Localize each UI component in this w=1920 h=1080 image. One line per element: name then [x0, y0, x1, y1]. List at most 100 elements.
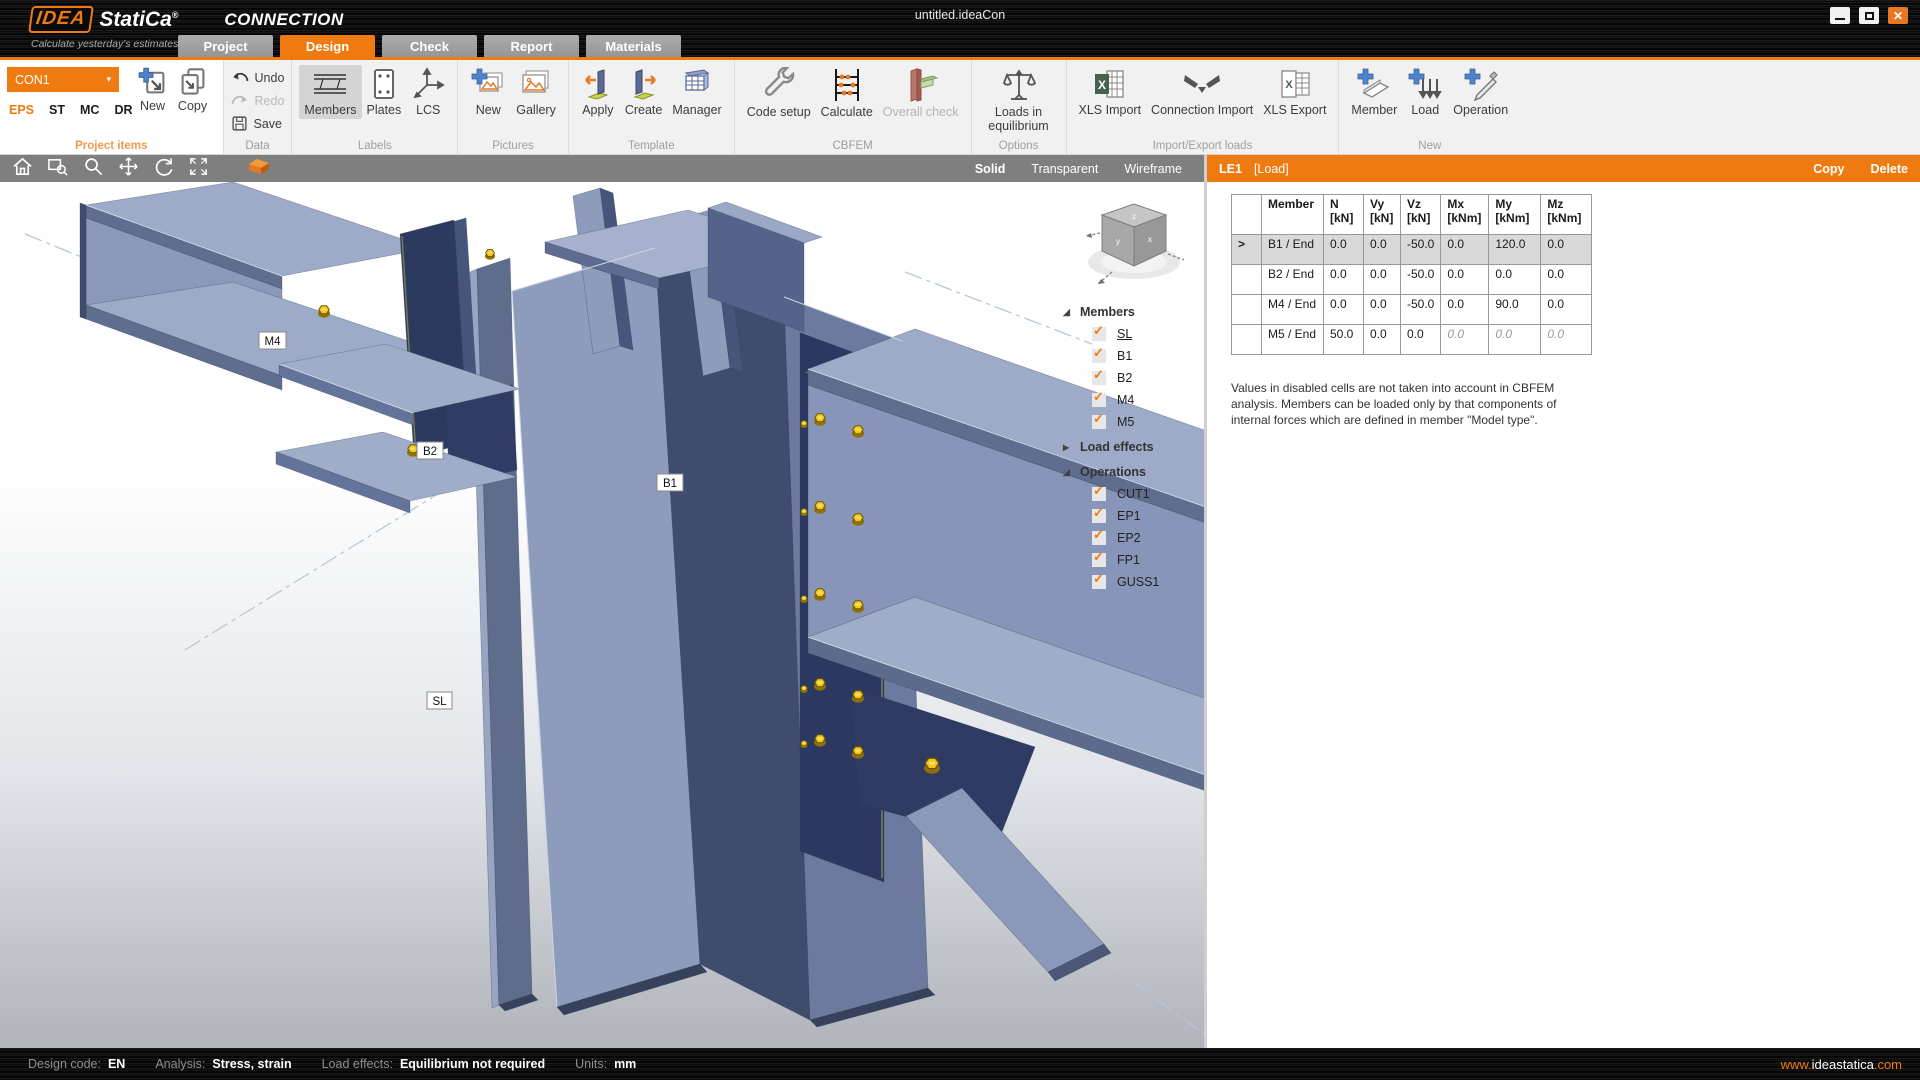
cell-vz[interactable]: -50.0 [1401, 265, 1441, 295]
cell-vy[interactable]: 0.0 [1364, 235, 1401, 265]
tree-item-m5[interactable]: ✓M5 [1063, 411, 1201, 433]
connection-import-button[interactable]: Connection Import [1146, 65, 1258, 119]
xls-export-button[interactable]: X XLS Export [1258, 65, 1331, 119]
checkbox-sl[interactable]: ✓ [1092, 327, 1106, 341]
create-template-button[interactable]: Create [620, 65, 668, 119]
mode-eps[interactable]: EPS [9, 103, 34, 117]
nav-cube[interactable]: z y x [1082, 188, 1190, 296]
tab-project[interactable]: Project [178, 35, 273, 57]
tab-design[interactable]: Design [280, 35, 375, 57]
cell-my[interactable]: 90.0 [1489, 295, 1541, 325]
tree-section-operations[interactable]: ◢Operations [1063, 461, 1201, 483]
tab-report[interactable]: Report [484, 35, 579, 57]
maximize-button[interactable] [1859, 7, 1879, 24]
gallery-button[interactable]: Gallery [511, 65, 561, 119]
pan-button[interactable] [118, 156, 139, 182]
cell-n[interactable]: 50.0 [1324, 325, 1364, 355]
tree-item-m4[interactable]: ✓M4 [1063, 389, 1201, 411]
plates-toggle-button[interactable]: Plates [362, 65, 407, 119]
minimize-button[interactable] [1830, 7, 1850, 24]
mode-dr[interactable]: DR [114, 103, 132, 117]
new-load-button[interactable]: Load [1402, 65, 1448, 119]
new-project-item-button[interactable]: New [133, 65, 173, 115]
lcs-toggle-button[interactable]: LCS [406, 65, 450, 119]
tab-check[interactable]: Check [382, 35, 477, 57]
cell-my[interactable]: 120.0 [1489, 235, 1541, 265]
label-m4[interactable]: M4 [259, 332, 286, 349]
cell-mz[interactable]: 0.0 [1541, 265, 1592, 295]
cell-member[interactable]: B2 / End [1262, 265, 1324, 295]
cell-n[interactable]: 0.0 [1324, 265, 1364, 295]
cell-n[interactable]: 0.0 [1324, 235, 1364, 265]
new-picture-button[interactable]: New [465, 65, 511, 119]
copy-load-button[interactable]: Copy [1813, 162, 1844, 176]
delete-load-button[interactable]: Delete [1870, 162, 1908, 176]
connection-combo[interactable]: CON1 ▾ [7, 67, 119, 92]
mode-st[interactable]: ST [49, 103, 65, 117]
members-toggle-button[interactable]: Members [299, 65, 361, 119]
code-setup-button[interactable]: Code setup [742, 65, 816, 121]
checkbox-b2[interactable]: ✓ [1092, 371, 1106, 385]
cell-vy[interactable]: 0.0 [1364, 265, 1401, 295]
tree-item-guss1[interactable]: ✓GUSS1 [1063, 571, 1201, 593]
label-sl[interactable]: SL [427, 692, 452, 709]
cell-vz[interactable]: 0.0 [1401, 325, 1441, 355]
redo-button[interactable]: Redo [231, 90, 285, 111]
zoom-button[interactable] [83, 156, 104, 182]
tree-section-members[interactable]: ◢Members [1063, 301, 1201, 323]
zoom-window-button[interactable] [47, 156, 69, 182]
new-member-button[interactable]: Member [1346, 65, 1402, 119]
label-b2[interactable]: B2 [417, 442, 443, 459]
cell-vy[interactable]: 0.0 [1364, 295, 1401, 325]
tree-item-sl[interactable]: ✓SL [1063, 323, 1201, 345]
calculate-button[interactable]: Calculate [816, 65, 878, 121]
undo-button[interactable]: Undo [231, 67, 285, 88]
table-row-b2[interactable]: B2 / End 0.0 0.0 -50.0 0.0 0.0 0.0 [1232, 265, 1592, 295]
checkbox-m5[interactable]: ✓ [1092, 415, 1106, 429]
mode-transparent[interactable]: Transparent [1031, 162, 1098, 176]
tree-item-cut1[interactable]: ✓CUT1 [1063, 483, 1201, 505]
checkbox-cut1[interactable]: ✓ [1092, 487, 1106, 501]
mode-mc[interactable]: MC [80, 103, 99, 117]
tree-item-b1[interactable]: ✓B1 [1063, 345, 1201, 367]
tree-item-ep2[interactable]: ✓EP2 [1063, 527, 1201, 549]
cell-my[interactable]: 0.0 [1489, 265, 1541, 295]
label-b1[interactable]: B1 [657, 474, 683, 491]
cell-mx[interactable]: 0.0 [1441, 235, 1489, 265]
cell-vz[interactable]: -50.0 [1401, 235, 1441, 265]
scene-3d[interactable]: M4 B2 B1 SL z y x [0, 182, 1204, 1048]
home-view-button[interactable] [12, 156, 33, 182]
rotate-button[interactable] [153, 156, 174, 182]
tree-item-ep1[interactable]: ✓EP1 [1063, 505, 1201, 527]
apply-template-button[interactable]: Apply [576, 65, 620, 119]
table-row-m4[interactable]: M4 / End 0.0 0.0 -50.0 0.0 90.0 0.0 [1232, 295, 1592, 325]
tree-item-b2[interactable]: ✓B2 [1063, 367, 1201, 389]
cell-mz[interactable]: 0.0 [1541, 235, 1592, 265]
checkbox-m4[interactable]: ✓ [1092, 393, 1106, 407]
checkbox-ep1[interactable]: ✓ [1092, 509, 1106, 523]
copy-project-item-button[interactable]: Copy [173, 65, 213, 115]
checkbox-b1[interactable]: ✓ [1092, 349, 1106, 363]
cell-mx[interactable]: 0.0 [1441, 295, 1489, 325]
tree-section-load-effects[interactable]: ▶Load effects [1063, 436, 1201, 458]
table-row-m5[interactable]: M5 / End 50.0 0.0 0.0 0.0 0.0 0.0 [1232, 325, 1592, 355]
mode-solid[interactable]: Solid [975, 162, 1006, 176]
cell-member[interactable]: M5 / End [1262, 325, 1324, 355]
cell-member[interactable]: M4 / End [1262, 295, 1324, 325]
new-operation-button[interactable]: Operation [1448, 65, 1513, 119]
cell-vz[interactable]: -50.0 [1401, 295, 1441, 325]
website-link[interactable]: www.ideastatica.com [1781, 1057, 1902, 1072]
tree-item-fp1[interactable]: ✓FP1 [1063, 549, 1201, 571]
cell-vy[interactable]: 0.0 [1364, 325, 1401, 355]
checkbox-guss1[interactable]: ✓ [1092, 575, 1106, 589]
fit-view-button[interactable] [188, 156, 209, 182]
save-button[interactable]: Save [231, 113, 285, 134]
xls-import-button[interactable]: X XLS Import [1074, 65, 1147, 119]
cell-member[interactable]: B1 / End [1262, 235, 1324, 265]
cell-mz[interactable]: 0.0 [1541, 295, 1592, 325]
cell-mx[interactable]: 0.0 [1441, 265, 1489, 295]
checkbox-fp1[interactable]: ✓ [1092, 553, 1106, 567]
overall-check-button[interactable]: Overall check [878, 65, 964, 121]
template-manager-button[interactable]: Manager [667, 65, 726, 119]
brick-mode-button[interactable] [247, 156, 271, 181]
